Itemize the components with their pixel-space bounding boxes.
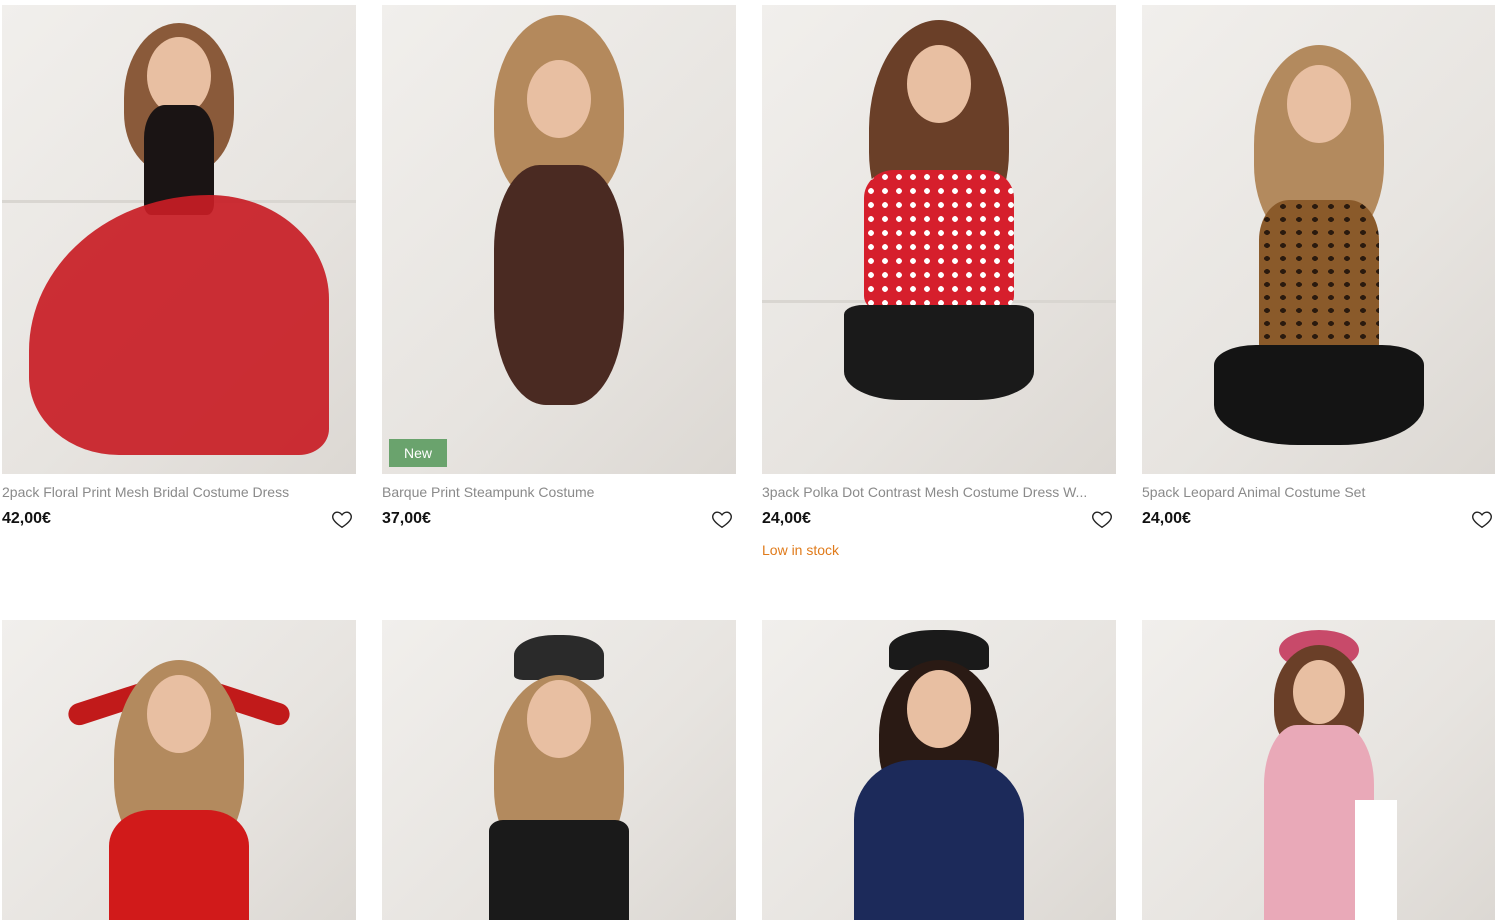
model-tutu [1214, 345, 1424, 445]
model-skirt [29, 195, 329, 455]
model-head [147, 675, 211, 753]
new-badge: New [389, 439, 448, 467]
product-title[interactable]: 5pack Leopard Animal Costume Set [1142, 484, 1495, 500]
model-top [109, 810, 249, 920]
product-card[interactable] [762, 620, 1116, 920]
model-head [1293, 660, 1345, 724]
heart-icon[interactable] [711, 508, 733, 530]
product-card[interactable]: New Barque Print Steampunk Costume 37,00… [382, 5, 736, 620]
product-image[interactable] [382, 620, 736, 920]
heart-icon[interactable] [1091, 508, 1113, 530]
model-head [147, 37, 211, 115]
model-top [489, 820, 629, 920]
model-skirt [844, 305, 1034, 400]
product-price: 37,00€ [382, 510, 431, 527]
product-title[interactable]: Barque Print Steampunk Costume [382, 484, 736, 500]
model-head [527, 680, 591, 758]
price-row: 42,00€ [2, 508, 356, 530]
price-row: 24,00€ [762, 508, 1116, 530]
model-corset [494, 165, 624, 405]
model-uniform [854, 760, 1024, 920]
product-title[interactable]: 2pack Floral Print Mesh Bridal Costume D… [2, 484, 356, 500]
product-card[interactable] [1142, 620, 1495, 920]
model-head [907, 670, 971, 748]
model-head [1287, 65, 1351, 143]
product-grid: 2pack Floral Print Mesh Bridal Costume D… [2, 5, 1495, 920]
model-head [907, 45, 971, 123]
product-image[interactable] [1142, 5, 1495, 474]
product-image[interactable] [762, 620, 1116, 920]
price-row: 37,00€ [382, 508, 736, 530]
product-card[interactable]: 3pack Polka Dot Contrast Mesh Costume Dr… [762, 5, 1116, 620]
product-image[interactable] [2, 620, 356, 920]
product-price: 24,00€ [762, 510, 811, 527]
stock-status: Low in stock [762, 542, 840, 558]
model-cap [514, 635, 604, 680]
heart-icon[interactable] [331, 508, 353, 530]
heart-icon[interactable] [1471, 508, 1493, 530]
product-card[interactable] [382, 620, 736, 920]
product-title[interactable]: 3pack Polka Dot Contrast Mesh Costume Dr… [762, 484, 1116, 500]
product-card[interactable]: 5pack Leopard Animal Costume Set 24,00€ [1142, 5, 1495, 620]
model-head [527, 60, 591, 138]
model-corset [864, 170, 1014, 310]
product-price: 24,00€ [1142, 510, 1191, 527]
price-row: 24,00€ [1142, 508, 1495, 530]
model-corset [1259, 200, 1379, 360]
product-card[interactable]: 2pack Floral Print Mesh Bridal Costume D… [2, 5, 356, 620]
product-image[interactable]: New [382, 5, 736, 474]
product-image[interactable] [1142, 620, 1495, 920]
product-card[interactable] [2, 620, 356, 920]
product-image[interactable] [762, 5, 1116, 474]
model-apron [1354, 800, 1397, 920]
product-image[interactable] [2, 5, 356, 474]
product-price: 42,00€ [2, 510, 51, 527]
